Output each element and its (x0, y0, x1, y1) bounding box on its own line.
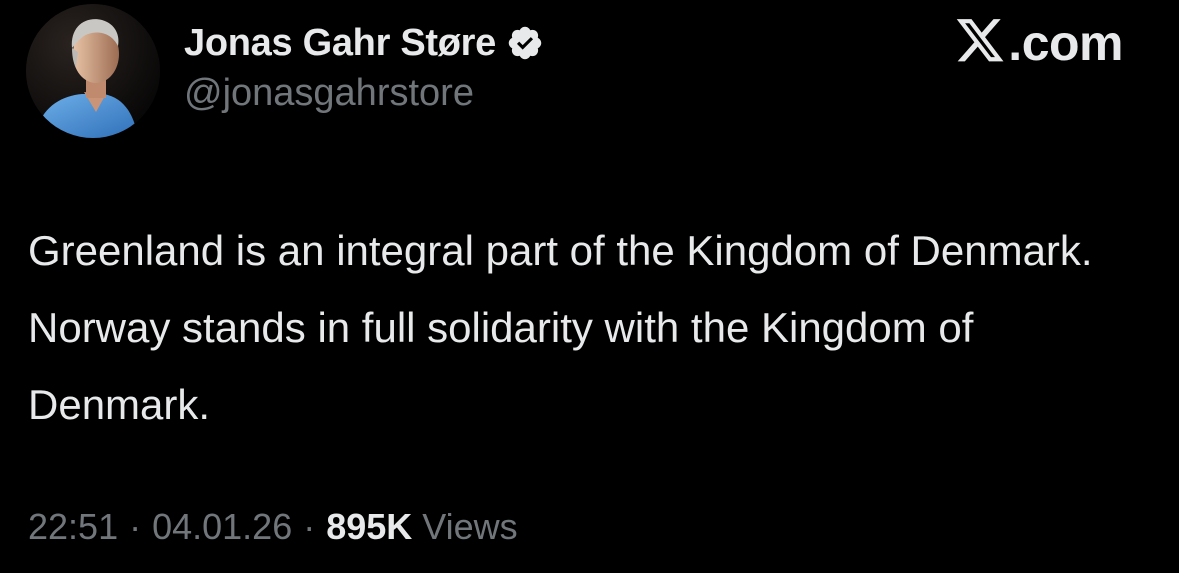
views-count[interactable]: 895K (326, 506, 412, 548)
x-logo-icon (954, 19, 1006, 67)
author-name-row[interactable]: Jonas Gahr Støre (184, 18, 544, 68)
profile-photo (26, 4, 160, 138)
author-name[interactable]: Jonas Gahr Støre (184, 22, 496, 65)
author-handle[interactable]: @jonasgahrstore (184, 72, 474, 115)
meta-separator: · (129, 506, 142, 547)
tweet-meta: 22:51 · 04.01.26 · 895K Views (28, 506, 518, 548)
brand-domain-text: .com (1008, 15, 1123, 71)
avatar[interactable] (26, 4, 160, 138)
tweet-date[interactable]: 04.01.26 (152, 506, 292, 548)
tweet-time[interactable]: 22:51 (28, 506, 118, 548)
meta-separator: · (303, 506, 316, 547)
verified-badge-icon (506, 24, 544, 62)
x-brand-watermark: .com (954, 12, 1123, 74)
views-label: Views (422, 506, 518, 547)
tweet-text: Greenland is an integral part of the Kin… (28, 227, 1093, 428)
